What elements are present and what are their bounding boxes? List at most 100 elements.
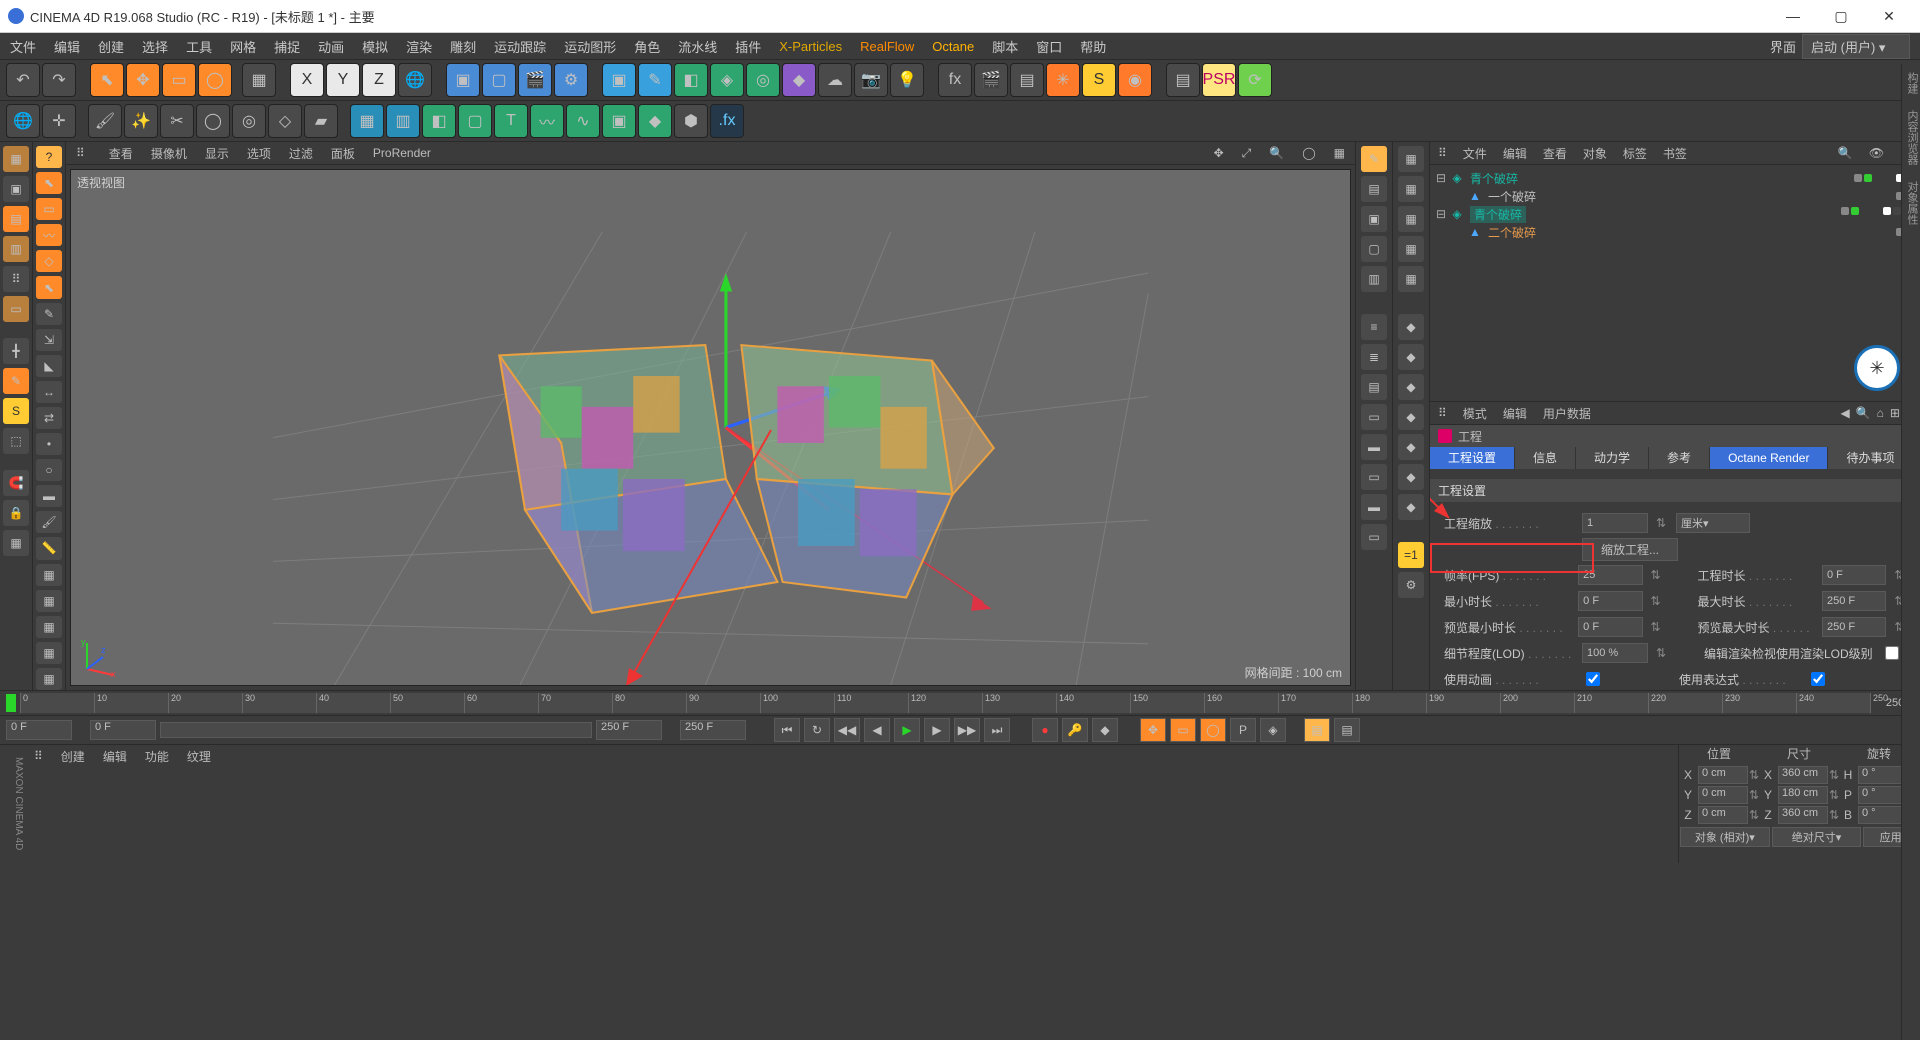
- weld-tool-icon[interactable]: •: [36, 433, 62, 455]
- knife-icon[interactable]: ✂: [160, 104, 194, 138]
- shader3-icon[interactable]: ◆: [1398, 374, 1424, 400]
- lod-checkbox[interactable]: [1885, 646, 1899, 660]
- point-mode-icon[interactable]: ⠿: [3, 266, 29, 292]
- min-input[interactable]: 0 F: [1578, 591, 1642, 611]
- pos-key-icon[interactable]: ✥: [1140, 718, 1166, 742]
- generator-icon[interactable]: ◧: [674, 63, 708, 97]
- side-tab[interactable]: 内容浏览器: [1902, 102, 1920, 173]
- cube5-icon[interactable]: ▦: [1398, 266, 1424, 292]
- attr-tab[interactable]: 模式: [1463, 405, 1487, 422]
- menu-item[interactable]: 帮助: [1080, 37, 1106, 56]
- xpresso-icon[interactable]: fx: [938, 63, 972, 97]
- mograph-fracture-icon[interactable]: ◧: [422, 104, 456, 138]
- vp-tab[interactable]: 选项: [247, 145, 271, 162]
- close-hole-icon[interactable]: ○: [36, 459, 62, 481]
- range-to-field[interactable]: 250 F: [596, 720, 662, 740]
- menu-item[interactable]: 角色: [634, 37, 660, 56]
- record-icon[interactable]: ●: [1032, 718, 1058, 742]
- menu-item[interactable]: 创建: [98, 37, 124, 56]
- menu-item[interactable]: 模拟: [362, 37, 388, 56]
- tweak-mode-icon[interactable]: ✎: [3, 368, 29, 394]
- bot-tab[interactable]: 创建: [61, 748, 85, 765]
- scale-unit-select[interactable]: 厘米 ▾: [1676, 513, 1750, 533]
- anim-checkbox[interactable]: [1586, 672, 1600, 686]
- goto-start-icon[interactable]: ⏮: [774, 718, 800, 742]
- rect-select-icon[interactable]: ▭: [36, 198, 62, 220]
- scale-tool-icon[interactable]: ▭: [162, 63, 196, 97]
- poly-pen-icon[interactable]: ✎: [36, 303, 62, 325]
- menu-item[interactable]: RealFlow: [860, 39, 914, 54]
- back-icon[interactable]: ◀: [1840, 406, 1849, 420]
- coord-pos-input[interactable]: 0 cm: [1698, 766, 1748, 784]
- snap-icon[interactable]: S: [3, 398, 29, 424]
- menu-item[interactable]: 流水线: [678, 37, 717, 56]
- step-fwd-icon[interactable]: ▶▶: [954, 718, 980, 742]
- obj-tab[interactable]: 书签: [1663, 145, 1687, 162]
- menu-item[interactable]: 插件: [735, 37, 761, 56]
- measure-icon[interactable]: 📏: [36, 537, 62, 559]
- panel3-icon[interactable]: ▭: [1361, 464, 1387, 490]
- menu-item[interactable]: 选择: [142, 37, 168, 56]
- world-axis-icon[interactable]: 🌐: [398, 63, 432, 97]
- timeline-cursor[interactable]: [6, 694, 16, 712]
- menu-item[interactable]: 文件: [10, 37, 36, 56]
- attr-tab[interactable]: 用户数据: [1543, 405, 1591, 422]
- select-tool-icon[interactable]: ⬉: [90, 63, 124, 97]
- clapper-icon[interactable]: 🎬: [974, 63, 1008, 97]
- edge-mode-icon[interactable]: ▭: [3, 296, 29, 322]
- cube2-icon[interactable]: ▦: [1398, 176, 1424, 202]
- settings-tab[interactable]: 动力学: [1576, 447, 1649, 469]
- side-tab[interactable]: 对象属性: [1902, 173, 1920, 233]
- mograph-instance-icon[interactable]: ▢: [458, 104, 492, 138]
- bot-tab[interactable]: 功能: [145, 748, 169, 765]
- menu-item[interactable]: X-Particles: [779, 39, 842, 54]
- search2-icon[interactable]: 🔍: [1856, 406, 1871, 420]
- maximize-button[interactable]: ▢: [1818, 2, 1864, 30]
- picture-viewer-icon[interactable]: ⚙: [554, 63, 588, 97]
- vp-nav-icon[interactable]: 🔍: [1269, 146, 1284, 160]
- rotate-tool-icon[interactable]: ◯: [198, 63, 232, 97]
- lod-input[interactable]: 100 %: [1582, 643, 1648, 663]
- range-from-field[interactable]: 0 F: [90, 720, 156, 740]
- box-icon[interactable]: ▣: [1361, 206, 1387, 232]
- pmin-input[interactable]: 0 F: [1578, 617, 1642, 637]
- range-end-field[interactable]: 250 F: [680, 720, 746, 740]
- mograph-voronoi-icon[interactable]: ⬢: [674, 104, 708, 138]
- bot-tab[interactable]: 编辑: [103, 748, 127, 765]
- cursor2-icon[interactable]: ⬉: [36, 276, 62, 298]
- pmax-input[interactable]: 250 F: [1822, 617, 1886, 637]
- side-tab[interactable]: 构建: [1902, 64, 1920, 102]
- fill-icon[interactable]: ▰: [304, 104, 338, 138]
- close-button[interactable]: ✕: [1866, 2, 1912, 30]
- render-region-icon[interactable]: ▢: [482, 63, 516, 97]
- vp-tab[interactable]: 查看: [109, 145, 133, 162]
- y-axis-icon[interactable]: Y: [326, 63, 360, 97]
- mograph-spline-icon[interactable]: ∿: [566, 104, 600, 138]
- vp-nav-icon[interactable]: ⤢: [1242, 146, 1252, 161]
- tree-row[interactable]: ▲ 一个破碎: [1436, 187, 1914, 205]
- poly-select-icon[interactable]: ◇: [36, 250, 62, 272]
- grid2-icon[interactable]: ▦: [36, 564, 62, 586]
- search-icon[interactable]: 🔍: [1838, 146, 1853, 160]
- mograph-text-icon[interactable]: T: [494, 104, 528, 138]
- vp-nav-icon[interactable]: ▦: [1334, 146, 1345, 160]
- keyframe-icon[interactable]: ◆: [1092, 718, 1118, 742]
- light-icon[interactable]: 💡: [890, 63, 924, 97]
- cube4-icon[interactable]: ▦: [1398, 236, 1424, 262]
- menu-item[interactable]: 工具: [186, 37, 212, 56]
- octane-icon[interactable]: ✳: [1046, 63, 1080, 97]
- undo-icon[interactable]: ↶: [6, 63, 40, 97]
- timeline-ruler[interactable]: 0102030405060708090100110120130140150160…: [0, 690, 1920, 715]
- mograph-matrix-icon[interactable]: ▥: [386, 104, 420, 138]
- param-key-icon[interactable]: P: [1230, 718, 1256, 742]
- panel5-icon[interactable]: ▭: [1361, 524, 1387, 550]
- globe-icon[interactable]: 🌐: [6, 104, 40, 138]
- coord-pos-input[interactable]: 0 cm: [1698, 806, 1748, 824]
- shader7-icon[interactable]: ◆: [1398, 494, 1424, 520]
- make-editable-icon[interactable]: ▦: [3, 146, 29, 172]
- coord-size-input[interactable]: 360 cm: [1778, 766, 1828, 784]
- mograph-tracer-icon[interactable]: 〰: [530, 104, 564, 138]
- iron-tool-icon[interactable]: ▬: [36, 485, 62, 507]
- menu-item[interactable]: 窗口: [1036, 37, 1062, 56]
- obj-tab[interactable]: 编辑: [1503, 145, 1527, 162]
